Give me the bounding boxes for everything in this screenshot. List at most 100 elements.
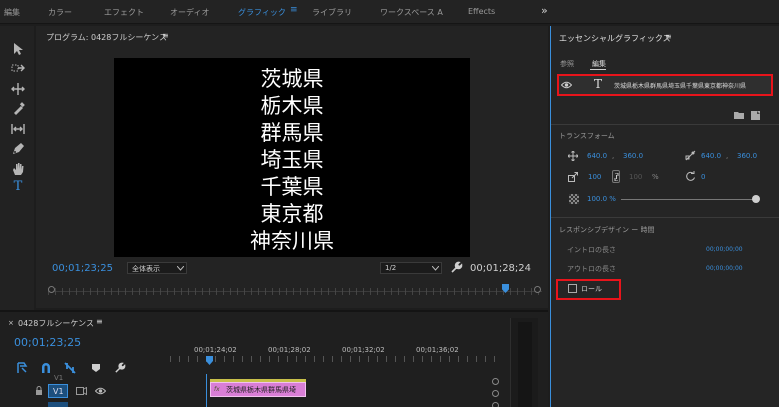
chevron-down-icon [432, 266, 439, 271]
razor-tool-icon[interactable] [11, 102, 25, 116]
type-tool-icon[interactable]: T [11, 180, 25, 194]
outro-label: アウトロの長さ [567, 265, 616, 273]
scrubber-end-handle[interactable] [534, 286, 541, 293]
workspace-tab-edit[interactable]: 編集 [4, 7, 20, 18]
program-monitor-title: プログラム: 0428フルシーケンス [46, 33, 167, 42]
opacity-value[interactable]: 100.0 % [587, 195, 616, 203]
track-target-v1[interactable]: V1 [48, 384, 68, 398]
audio-meter [510, 318, 538, 407]
scale-width-value: 100 [629, 173, 643, 181]
tab-edit-underline [590, 69, 606, 70]
workspace-tab-effects[interactable]: エフェクト [104, 7, 144, 18]
position-x-value[interactable]: 640.0 [587, 152, 607, 160]
title-line: 東京都 [260, 202, 324, 226]
fx-badge-icon: fx [214, 386, 220, 393]
workspace-overflow-icon[interactable]: » [541, 4, 548, 17]
tab-browse[interactable]: 参照 [560, 59, 574, 69]
title-line: 群馬県 [260, 121, 324, 145]
transform-header: トランスフォーム [559, 132, 615, 140]
tab-edit[interactable]: 編集 [592, 59, 606, 69]
workspace-tab-color[interactable]: カラー [48, 7, 72, 18]
divider [551, 124, 779, 125]
responsive-design-header: レスポンシブデザイン ー 時間 [559, 226, 655, 234]
clip-label: 茨城県栃木県群馬県埼 [226, 386, 296, 394]
anchor-y-value[interactable]: 360.0 [737, 152, 757, 160]
eg-menu-icon[interactable]: ≡ [665, 32, 672, 41]
eye-icon[interactable] [95, 387, 106, 395]
nest-icon[interactable] [16, 362, 28, 374]
zoom-handle[interactable] [492, 378, 499, 385]
outro-value[interactable]: 00;00;00;00 [706, 265, 743, 272]
hand-tool-icon[interactable] [11, 162, 25, 176]
timeline-playhead-icon[interactable] [206, 356, 213, 365]
program-timecode-current[interactable]: 00;01;23;25 [52, 263, 113, 274]
program-scrubber[interactable] [48, 284, 542, 298]
opacity-checker-icon [569, 194, 579, 204]
timeline-title[interactable]: 0428フルシーケンス [18, 318, 94, 329]
time-ruler[interactable]: 00;01;24;02 00;01;28;02 00;01;32;02 00;0… [170, 334, 500, 365]
lock-icon[interactable] [35, 386, 43, 395]
lock-scale-toggle[interactable] [612, 170, 620, 183]
layer-highlight [557, 74, 773, 96]
wrench-icon[interactable] [450, 261, 463, 274]
track-select-tool-icon[interactable] [11, 62, 25, 76]
pen-tool-icon[interactable] [11, 142, 25, 156]
essential-graphics-panel: エッセンシャルグラフィックス ≡ 参照 編集 T 茨城県栃木県群馬県埼玉県千葉県… [550, 26, 779, 407]
workspace-tab-libraries[interactable]: ライブラリ [312, 7, 352, 18]
percent-label: % [652, 173, 659, 181]
slip-tool-icon[interactable] [11, 122, 25, 136]
track-target-v2[interactable] [48, 402, 68, 407]
program-menu-icon[interactable]: ≡ [162, 31, 169, 40]
resolution-select[interactable]: 1/2 [380, 262, 442, 274]
timeline-settings-wrench-icon[interactable] [114, 362, 126, 374]
opacity-slider-thumb[interactable] [752, 195, 760, 203]
zoom-handle[interactable] [492, 402, 499, 407]
workspace-tab-workspace-a[interactable]: ワークスペース A [380, 7, 443, 18]
video-preview: 茨城県 栃木県 群馬県 埼玉県 千葉県 東京都 神奈川県 [114, 58, 470, 257]
new-layer-folder-icon[interactable] [734, 111, 744, 119]
zoom-handle[interactable] [492, 390, 499, 397]
tools-panel: T [0, 26, 34, 326]
intro-value[interactable]: 00;00;00;00 [706, 246, 743, 253]
roll-highlight [556, 279, 621, 300]
sync-lock-icon[interactable] [76, 387, 87, 395]
position-move-icon [568, 151, 578, 161]
add-marker-icon[interactable] [91, 363, 101, 373]
linked-selection-icon[interactable] [64, 362, 76, 374]
ruler-label: 00;01;24;02 [194, 346, 237, 354]
title-line: 神奈川県 [250, 229, 334, 253]
divider [551, 217, 779, 218]
rotation-value[interactable]: 0 [701, 173, 705, 181]
workspace-bar: 編集 カラー エフェクト オーディオ グラフィック ≡ ライブラリ ワークスペー… [0, 0, 779, 24]
timeline-timecode[interactable]: 00;01;23;25 [14, 336, 81, 349]
source-track-label: V1 [54, 374, 64, 382]
anchor-x-value[interactable]: 640.0 [701, 152, 721, 160]
intro-label: イントロの長さ [567, 246, 616, 254]
selection-tool-icon[interactable] [11, 42, 25, 56]
scale-icon [568, 172, 578, 182]
program-timecode-duration: 00;01;28;24 [470, 263, 532, 274]
opacity-slider-track[interactable] [621, 199, 755, 200]
ruler-label: 00;01;28;02 [268, 346, 311, 354]
scale-value[interactable]: 100 [588, 173, 601, 181]
ripple-edit-tool-icon[interactable] [11, 82, 25, 96]
title-line: 栃木県 [260, 94, 324, 118]
close-icon[interactable]: × [8, 319, 14, 327]
graphic-clip[interactable]: fx 茨城県栃木県群馬県埼 [210, 382, 306, 397]
track-area: fx 茨城県栃木県群馬県埼 [170, 374, 500, 407]
timeline-menu-icon[interactable]: ≡ [96, 317, 103, 326]
zoom-select[interactable]: 全体表示 [127, 262, 187, 274]
snap-icon[interactable] [40, 362, 52, 374]
chevron-down-icon [177, 266, 184, 271]
position-y-value[interactable]: 360.0 [623, 152, 643, 160]
new-layer-icon[interactable] [751, 111, 760, 120]
title-line: 埼玉県 [260, 148, 324, 172]
workspace-menu-icon[interactable]: ≡ [290, 5, 298, 15]
workspace-tab-effects-en[interactable]: Effects [468, 7, 495, 16]
workspace-tab-graphics[interactable]: グラフィック [238, 7, 286, 18]
rotation-icon [686, 171, 695, 181]
workspace-tab-audio[interactable]: オーディオ [170, 7, 209, 18]
scrubber-start-handle[interactable] [48, 286, 55, 293]
playhead-line [206, 374, 207, 407]
timeline-panel: × 0428フルシーケンス ≡ 00;01;23;25 00;01;24;02 … [0, 310, 548, 407]
